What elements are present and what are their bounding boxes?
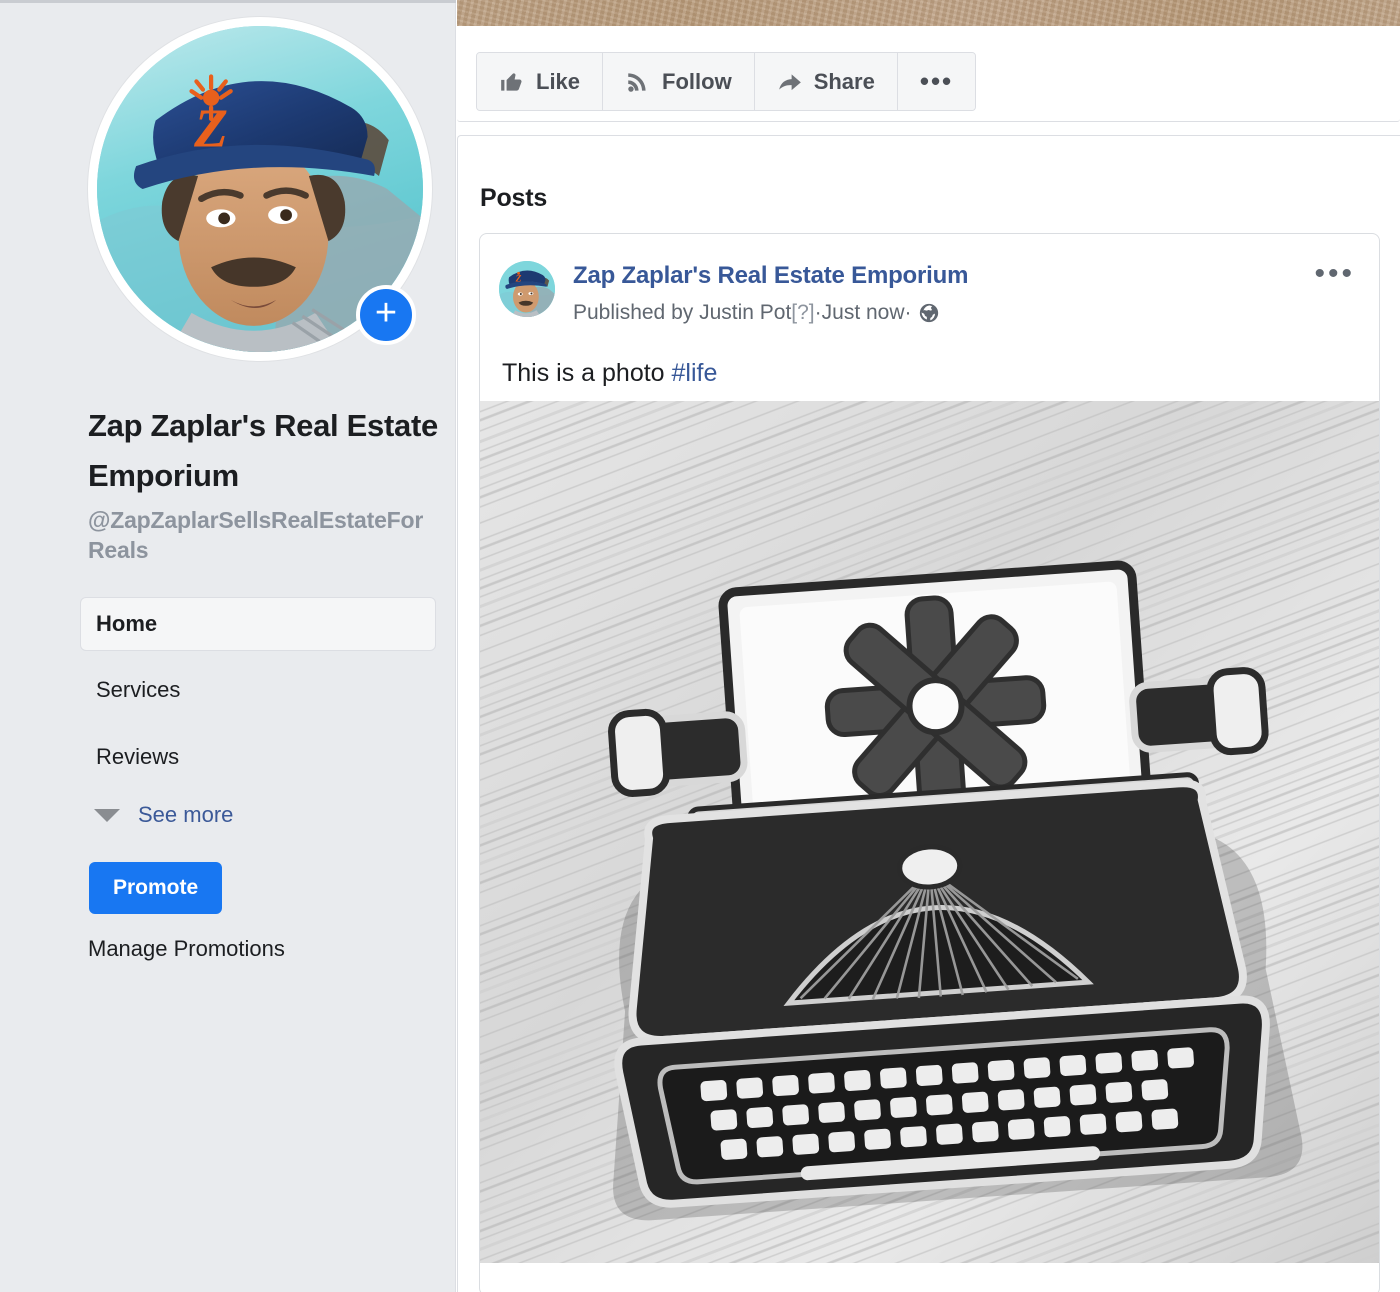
svg-text:Z: Z [515,275,522,285]
posts-section: Posts Z Zap Zaplar's Real Estate Emporiu… [457,135,1400,1292]
post-author-avatar[interactable]: Z [499,261,555,317]
post-published-by: Published by Justin Pot [573,301,792,324]
like-button[interactable]: Like [477,53,604,110]
chevron-down-icon [94,808,120,822]
follow-button[interactable]: Follow [603,53,755,110]
plus-icon: + [374,292,398,334]
share-label: Share [813,68,875,94]
see-more-label: See more [138,802,234,827]
page-handle: @ZapZaplarSellsRealEstateForReals [88,507,424,563]
sidebar-item-services[interactable]: Services [80,663,436,717]
facebook-page-screen: Z + Zap Zaplar's Real Estate Emporium @Z… [0,0,1400,1292]
page-action-bar-card: Like Follow Share ••• [457,26,1400,122]
post-card: Z Zap Zaplar's Real Estate Emporium Publ… [479,233,1380,1292]
thumbs-up-icon [501,72,522,91]
svg-text:Z: Z [193,98,228,159]
share-arrow-icon [778,73,801,90]
sidebar-item-reviews[interactable]: Reviews [80,730,436,784]
follow-label: Follow [662,68,732,94]
page-sidebar: Z + Zap Zaplar's Real Estate Emporium @Z… [0,3,456,1292]
more-options-button[interactable]: ••• [897,53,976,110]
post-hashtag-link[interactable]: #life [672,359,718,387]
globe-icon[interactable] [918,302,940,324]
like-label: Like [536,68,581,94]
page-action-bar: Like Follow Share ••• [476,52,977,111]
see-more-button[interactable]: See more [80,802,436,828]
sidebar-item-home[interactable]: Home [80,597,436,651]
add-photo-button[interactable]: + [356,285,416,345]
page-title: Zap Zaplar's Real Estate Emporium [88,408,438,493]
posts-heading: Posts [480,184,548,212]
post-more-options-button[interactable]: ••• [1314,259,1355,289]
post-meta-sep-2: · [904,301,912,324]
main-column: Like Follow Share ••• Posts Z Zap Zaplar… [457,26,1400,1292]
post-help-marker[interactable]: [?] [791,301,814,325]
promote-button[interactable]: Promote [89,862,223,914]
post-meta: Published by Justin Pot [?] · Just now · [573,301,940,325]
avatar[interactable]: Z + [88,17,432,361]
manage-promotions-link[interactable]: Manage Promotions [88,936,436,962]
post-body-text: This is a photo [502,359,672,387]
post-text: This is a photo #life [502,359,717,388]
post-meta-sep-1: · [814,301,822,324]
post-author-name[interactable]: Zap Zaplar's Real Estate Emporium [573,262,968,290]
share-button[interactable]: Share [754,53,898,110]
cover-photo[interactable] [457,0,1400,26]
rss-follow-icon [628,72,646,92]
post-timestamp[interactable]: Just now [822,301,905,325]
post-header: Z Zap Zaplar's Real Estate Emporium Publ… [480,234,1379,354]
post-photo[interactable] [480,401,1379,1263]
page-nav: Home Services Reviews See more Promote M… [80,597,436,962]
